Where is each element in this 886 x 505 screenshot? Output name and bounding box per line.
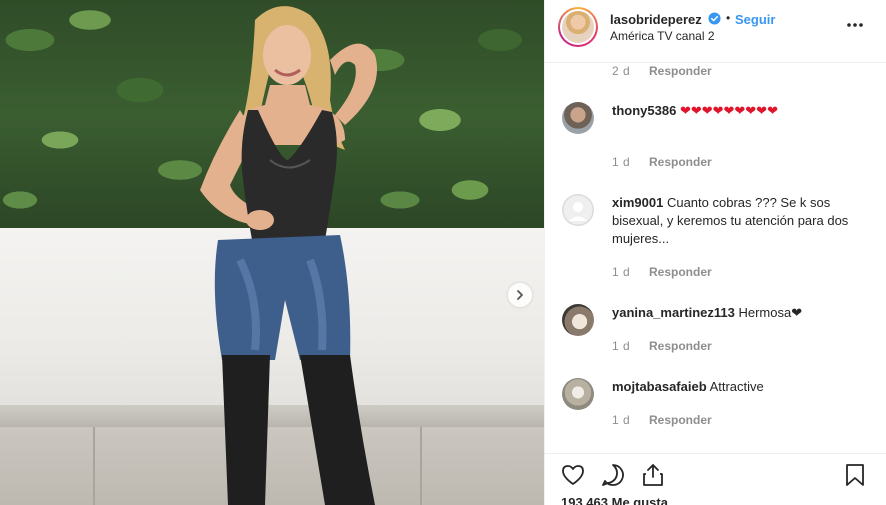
- comment-time: 2 d: [612, 64, 631, 78]
- avatar[interactable]: [562, 304, 594, 336]
- comment-icon[interactable]: [600, 462, 626, 488]
- post-location[interactable]: América TV canal 2: [610, 29, 715, 43]
- comment-time: 1 d: [612, 339, 631, 353]
- avatar[interactable]: [562, 378, 594, 410]
- comment-body: Hermosa❤: [738, 305, 803, 320]
- verified-badge-icon: [708, 12, 721, 25]
- likes-count[interactable]: 193.463 Me gusta: [561, 495, 668, 505]
- comment-body: Attractive: [709, 379, 764, 394]
- comment-username[interactable]: thony5386: [612, 103, 676, 118]
- more-options-icon[interactable]: [845, 15, 865, 35]
- list-item: xim9001 Cuanto cobras ??? Se k sos bisex…: [612, 194, 852, 248]
- comments-list[interactable]: 2 d Responder thony5386 ❤❤❤❤❤❤❤❤❤ 1 d Re…: [545, 63, 886, 453]
- comment-time: 1 d: [612, 413, 631, 427]
- comment-body: ❤❤❤❤❤❤❤❤❤: [679, 103, 778, 118]
- profile-avatar[interactable]: [558, 7, 598, 47]
- avatar[interactable]: [562, 194, 594, 226]
- comment-time: 1 d: [612, 265, 631, 279]
- reply-button[interactable]: Responder: [649, 64, 712, 78]
- bookmark-icon[interactable]: [842, 462, 868, 488]
- reply-button[interactable]: Responder: [649, 339, 712, 353]
- next-photo-button[interactable]: [508, 283, 532, 307]
- share-icon[interactable]: [640, 462, 666, 488]
- comment-username[interactable]: yanina_martinez113: [612, 305, 735, 320]
- comment-username[interactable]: xim9001: [612, 195, 663, 210]
- follow-button[interactable]: Seguir: [735, 12, 775, 27]
- header-separator: •: [726, 11, 731, 25]
- reply-button[interactable]: Responder: [649, 413, 712, 427]
- list-item: thony5386 ❤❤❤❤❤❤❤❤❤: [612, 102, 852, 120]
- list-item: yanina_martinez113 Hermosa❤: [612, 304, 852, 322]
- default-avatar-icon: [562, 194, 594, 226]
- avatar[interactable]: [562, 102, 594, 134]
- list-item: mojtabasafaieb Attractive: [612, 378, 852, 396]
- heart-icon[interactable]: [560, 462, 586, 488]
- woman-figure: [200, 6, 377, 505]
- post-actions: 193.463 Me gusta: [545, 453, 886, 505]
- post-photo[interactable]: [0, 0, 544, 505]
- post-header: lasobrideperez • Seguir América TV canal…: [545, 0, 886, 63]
- reply-button[interactable]: Responder: [649, 155, 712, 169]
- chevron-right-icon: [517, 290, 523, 300]
- comment-username[interactable]: mojtabasafaieb: [612, 379, 707, 394]
- post-username[interactable]: lasobrideperez: [610, 12, 702, 27]
- reply-button[interactable]: Responder: [649, 265, 712, 279]
- comment-time: 1 d: [612, 155, 631, 169]
- post-side-panel: lasobrideperez • Seguir América TV canal…: [544, 0, 886, 505]
